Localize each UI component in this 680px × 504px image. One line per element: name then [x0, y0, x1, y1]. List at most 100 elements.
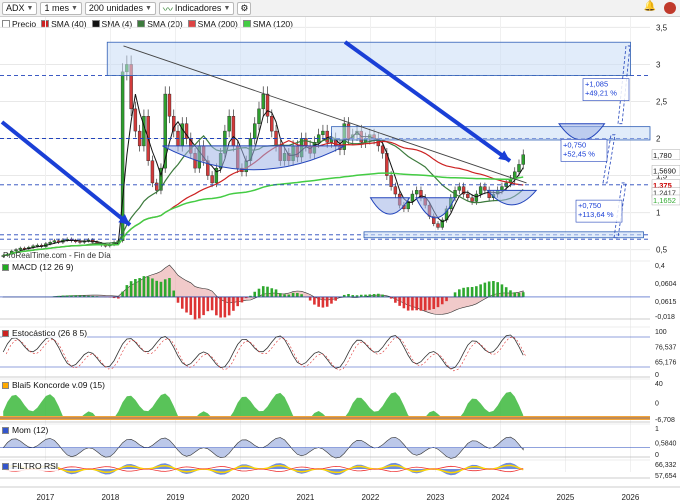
- macd-bar: [330, 296, 333, 304]
- indicator-title[interactable]: Mom (12): [2, 425, 49, 435]
- macd-bar: [253, 291, 257, 297]
- y-tick-label: 1: [656, 209, 661, 218]
- watermark: ProRealTime.com - Fin de Día: [3, 251, 111, 260]
- indicator-axis-label: 40: [655, 381, 663, 388]
- stoch-line: [2, 334, 524, 370]
- macd-bar: [223, 296, 227, 318]
- period-label: 1 mes: [44, 3, 69, 13]
- candle: [304, 138, 308, 147]
- gear-icon: ⚙: [240, 2, 249, 13]
- indicator-label: Mom (12): [12, 425, 49, 435]
- macd-bar: [364, 294, 367, 297]
- macd-bar: [129, 281, 133, 297]
- units-select[interactable]: 200 unidades ▼: [84, 1, 156, 15]
- x-tick-label: 2021: [297, 493, 315, 502]
- indicator-axis-label: 0,0615: [655, 299, 677, 306]
- macd-bar: [513, 292, 517, 297]
- macd-bar: [406, 296, 410, 311]
- macd-bar: [500, 284, 504, 297]
- candle: [457, 186, 462, 191]
- macd-bar: [287, 294, 291, 297]
- indicator-swatch: [2, 426, 9, 434]
- candle: [521, 154, 525, 165]
- macd-bar: [458, 289, 461, 297]
- price-tag-label: 1,5690: [653, 166, 676, 175]
- macd-bar: [517, 292, 521, 297]
- macd-bar: [219, 296, 222, 318]
- candle: [35, 244, 40, 247]
- macd-bar: [296, 292, 299, 297]
- candle: [436, 223, 440, 228]
- macd-bar: [436, 296, 440, 308]
- macd-bar: [291, 292, 295, 297]
- indicator-icon: 〰: [162, 4, 173, 16]
- macd-bar: [398, 296, 401, 306]
- settings-button[interactable]: ⚙: [237, 1, 252, 15]
- macd-bar: [487, 281, 491, 297]
- macd-bar: [134, 279, 137, 297]
- annotation-label: +0,750: [563, 140, 586, 149]
- indicator-title[interactable]: FILTRO RSI: [2, 461, 59, 471]
- chart-canvas[interactable]: 0,511,522,533,5+1,085+49,21 %+0,750+52,4…: [0, 17, 680, 504]
- x-tick-label: 2017: [37, 493, 55, 502]
- macd-bar: [372, 294, 376, 297]
- macd-bar: [155, 280, 158, 297]
- macd-bar: [159, 281, 163, 297]
- macd-bar: [466, 287, 470, 297]
- macd-bar: [470, 287, 474, 297]
- close-icon[interactable]: [664, 2, 676, 14]
- x-tick-label: 2024: [492, 493, 510, 502]
- macd-bar: [180, 296, 184, 309]
- macd-bar: [206, 296, 210, 312]
- symbol-select[interactable]: ADX ▼: [2, 1, 38, 15]
- macd-bar: [313, 296, 316, 305]
- macd-bar: [308, 296, 312, 301]
- y-tick-label: 2: [656, 135, 661, 144]
- indicators-button[interactable]: 〰 Indicadores ▼: [158, 1, 235, 16]
- candle: [478, 186, 483, 195]
- indicators-label: Indicadores: [174, 3, 222, 13]
- macd-bar: [462, 287, 465, 297]
- candle: [410, 193, 415, 202]
- y-tick-label: 2,5: [656, 97, 668, 106]
- macd-bar: [415, 296, 418, 311]
- period-select[interactable]: 1 mes ▼: [40, 1, 82, 15]
- candle: [380, 145, 385, 154]
- macd-bar: [492, 281, 495, 297]
- candle: [500, 186, 504, 191]
- candle: [393, 186, 398, 195]
- macd-bar: [300, 294, 303, 297]
- indicator-title[interactable]: Estocástico (26 8 5): [2, 328, 88, 338]
- candle: [265, 93, 270, 117]
- candle: [150, 160, 155, 184]
- macd-bar: [394, 296, 397, 303]
- macd-bar: [172, 290, 176, 297]
- macd-bar: [381, 294, 384, 297]
- macd-bar: [445, 296, 448, 302]
- candle: [270, 116, 274, 132]
- indicator-axis-label: 76,537: [655, 344, 677, 351]
- x-tick-label: 2019: [167, 493, 185, 502]
- indicator-axis-label: 0: [655, 452, 659, 459]
- macd-bar: [453, 292, 457, 297]
- indicator-title[interactable]: Blai5 Koncorde v.09 (15): [2, 380, 105, 390]
- candle: [257, 108, 261, 124]
- candle: [517, 164, 521, 173]
- macd-bar: [521, 292, 525, 297]
- macd-bar: [419, 296, 423, 311]
- bowl-pattern: [415, 197, 456, 219]
- annotation-label: +49,21 %: [585, 89, 617, 98]
- macd-bar: [215, 296, 218, 316]
- candle: [142, 116, 146, 147]
- macd-bar: [146, 276, 150, 297]
- bowl-pattern: [486, 189, 538, 206]
- macd-bar: [325, 296, 329, 307]
- indicator-axis-label: 0: [655, 401, 659, 408]
- alert-icon[interactable]: 🔔: [644, 1, 656, 12]
- candle: [231, 116, 236, 147]
- annotation-label: +0,750: [578, 201, 601, 210]
- macd-bar: [266, 286, 269, 297]
- macd-bar: [432, 296, 436, 310]
- candle: [325, 130, 329, 143]
- indicator-title[interactable]: MACD (12 26 9): [2, 262, 74, 272]
